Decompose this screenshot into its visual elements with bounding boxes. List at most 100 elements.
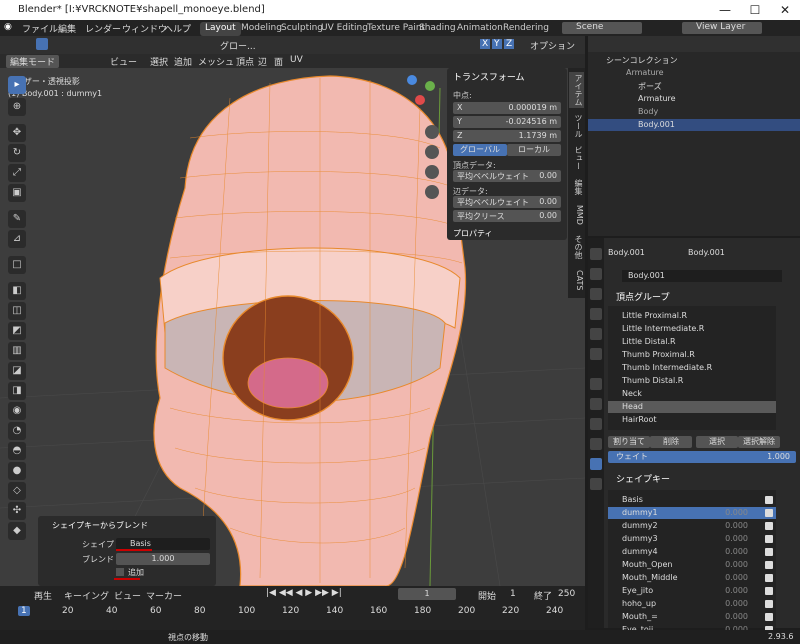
particles-tab-icon[interactable] — [590, 418, 602, 430]
timeline-tick[interactable]: 200 — [458, 606, 475, 616]
polybuild-tool-icon[interactable]: ◨ — [8, 382, 26, 400]
shape-key-value[interactable]: 0.000 — [725, 560, 748, 569]
local-button[interactable]: ローカル — [507, 144, 561, 156]
properties-subpanel[interactable]: プロパティ — [453, 228, 493, 239]
marker-menu[interactable]: マーカー — [146, 589, 182, 602]
close-button[interactable]: ✕ — [770, 0, 800, 20]
rip-tool-icon[interactable]: ✣ — [8, 502, 26, 520]
shape-key-checkbox[interactable] — [765, 522, 773, 530]
tab-layout[interactable]: Layout — [200, 22, 241, 36]
end-value[interactable]: 250 — [558, 589, 575, 599]
list-item[interactable]: Neck — [608, 388, 776, 400]
shape-key-value[interactable]: 0.000 — [725, 508, 748, 517]
render-tab-icon[interactable] — [590, 268, 602, 280]
vertex-bevel-field[interactable]: 平均ベベルウェイト 0.00 — [453, 170, 561, 182]
playback-controls-icon[interactable]: |◀ ◀◀ ◀ ▶ ▶▶ ▶| — [266, 588, 342, 598]
timeline-tick[interactable]: 240 — [546, 606, 563, 616]
global-button[interactable]: グローバル — [453, 144, 507, 156]
outliner-item[interactable]: ポーズ — [588, 80, 800, 92]
view-layer-selector[interactable]: View Layer — [682, 22, 762, 34]
shape-key-checkbox[interactable] — [765, 496, 773, 504]
menu-edit[interactable]: 編集 — [58, 22, 76, 35]
timeline-tick[interactable]: 60 — [150, 606, 161, 616]
maximize-button[interactable]: ☐ — [740, 0, 770, 20]
assign-button[interactable]: 割り当て — [608, 436, 650, 448]
shape-key-row[interactable]: Mouth_Open 0.000 — [608, 559, 776, 571]
shear-tool-icon[interactable]: ◇ — [8, 482, 26, 500]
transform-orientation[interactable]: グロー... — [220, 39, 256, 52]
tab-rendering[interactable]: Rendering — [498, 22, 554, 36]
shape-key-row[interactable]: dummy3 0.000 — [608, 533, 776, 545]
transform-header[interactable]: トランスフォーム — [453, 70, 525, 83]
menu-vertex[interactable]: 頂点 — [236, 55, 254, 68]
weight-field[interactable]: ウェイト 1.000 — [608, 451, 796, 463]
shape-key-value[interactable]: 0.000 — [725, 573, 748, 582]
shape-key-row[interactable]: Mouth_= 0.000 — [608, 611, 776, 623]
blend-field[interactable]: 1.000 — [116, 553, 210, 565]
shape-key-value[interactable]: 0.000 — [725, 521, 748, 530]
list-item[interactable]: Thumb Intermediate.R — [608, 362, 776, 374]
outliner-item[interactable]: Armature — [588, 67, 800, 79]
menu-mesh[interactable]: メッシュ — [198, 55, 234, 68]
menu-view[interactable]: ビュー — [110, 55, 137, 68]
shape-key-checkbox[interactable] — [765, 613, 773, 621]
shape-key-value[interactable]: 0.000 — [725, 586, 748, 595]
shape-key-checkbox[interactable] — [765, 535, 773, 543]
transform-tool-icon[interactable]: ▣ — [8, 184, 26, 202]
menu-help[interactable]: ヘルプ — [164, 22, 191, 35]
z-field[interactable]: Z 1.1739 m — [453, 130, 561, 142]
list-item[interactable]: Thumb Distal.R — [608, 375, 776, 387]
list-item[interactable]: Thumb Proximal.R — [608, 349, 776, 361]
scene-tab-icon[interactable] — [590, 328, 602, 340]
start-value[interactable]: 1 — [510, 589, 516, 599]
gizmo-y-icon[interactable] — [425, 81, 435, 91]
select-mode-icon[interactable] — [36, 38, 48, 50]
rip-region-tool-icon[interactable]: ◆ — [8, 522, 26, 540]
timeline-tick[interactable]: 220 — [502, 606, 519, 616]
object-tab-icon[interactable] — [590, 378, 602, 390]
tab-view[interactable]: ビュー — [569, 144, 584, 172]
menu-add[interactable]: 追加 — [174, 55, 192, 68]
axis-z-toggle[interactable]: Z — [504, 39, 515, 49]
outliner-root[interactable]: シーンコレクション — [588, 54, 800, 66]
physics-tab-icon[interactable] — [590, 438, 602, 450]
shape-keys-header[interactable]: シェイプキー — [616, 472, 670, 485]
shape-key-checkbox[interactable] — [765, 574, 773, 582]
knife-tool-icon[interactable]: ◪ — [8, 362, 26, 380]
mode-selector[interactable]: 編集モード — [6, 55, 60, 68]
material-tab-icon[interactable] — [590, 478, 602, 490]
tab-item[interactable]: アイテム — [569, 72, 584, 108]
redo-header[interactable]: シェイプキーからブレンド — [52, 520, 148, 531]
mesh-data-tab-icon[interactable] — [590, 458, 602, 470]
menu-render[interactable]: レンダー — [85, 22, 121, 35]
axis-x-toggle[interactable]: X — [480, 39, 491, 49]
shape-key-value[interactable]: 0.000 — [725, 547, 748, 556]
shape-key-checkbox[interactable] — [765, 561, 773, 569]
list-item-selected[interactable]: Head — [608, 401, 776, 413]
crease-field[interactable]: 平均クリース 0.00 — [453, 210, 561, 222]
measure-tool-icon[interactable]: ⊿ — [8, 230, 26, 248]
edge-slide-tool-icon[interactable]: ◓ — [8, 442, 26, 460]
loopcut-tool-icon[interactable]: ▥ — [8, 342, 26, 360]
smooth-tool-icon[interactable]: ◔ — [8, 422, 26, 440]
menu-uv[interactable]: UV — [290, 55, 303, 65]
add-cube-tool-icon[interactable]: □ — [8, 256, 26, 274]
output-tab-icon[interactable] — [590, 288, 602, 300]
timeline-tick[interactable]: 160 — [370, 606, 387, 616]
camera-icon[interactable] — [425, 165, 439, 179]
edge-bevel-field[interactable]: 平均ベベルウェイト 0.00 — [453, 196, 561, 208]
tab-mmd[interactable]: MMD — [569, 202, 584, 228]
list-item[interactable]: Little Distal.R — [608, 336, 776, 348]
shape-key-checkbox[interactable] — [765, 600, 773, 608]
tab-edit[interactable]: 編集 — [569, 176, 584, 198]
shrink-tool-icon[interactable]: ● — [8, 462, 26, 480]
cursor-tool-icon[interactable]: ⊕ — [8, 98, 26, 116]
select-tool-icon[interactable]: ▸ — [8, 76, 26, 94]
add-checkbox[interactable] — [116, 568, 124, 576]
shape-key-checkbox[interactable] — [765, 509, 773, 517]
shape-key-checkbox[interactable] — [765, 548, 773, 556]
shape-key-value[interactable]: 0.000 — [725, 534, 748, 543]
shape-key-row[interactable]: Basis — [608, 494, 776, 506]
menu-face[interactable]: 面 — [274, 55, 283, 68]
rotate-tool-icon[interactable]: ↻ — [8, 144, 26, 162]
